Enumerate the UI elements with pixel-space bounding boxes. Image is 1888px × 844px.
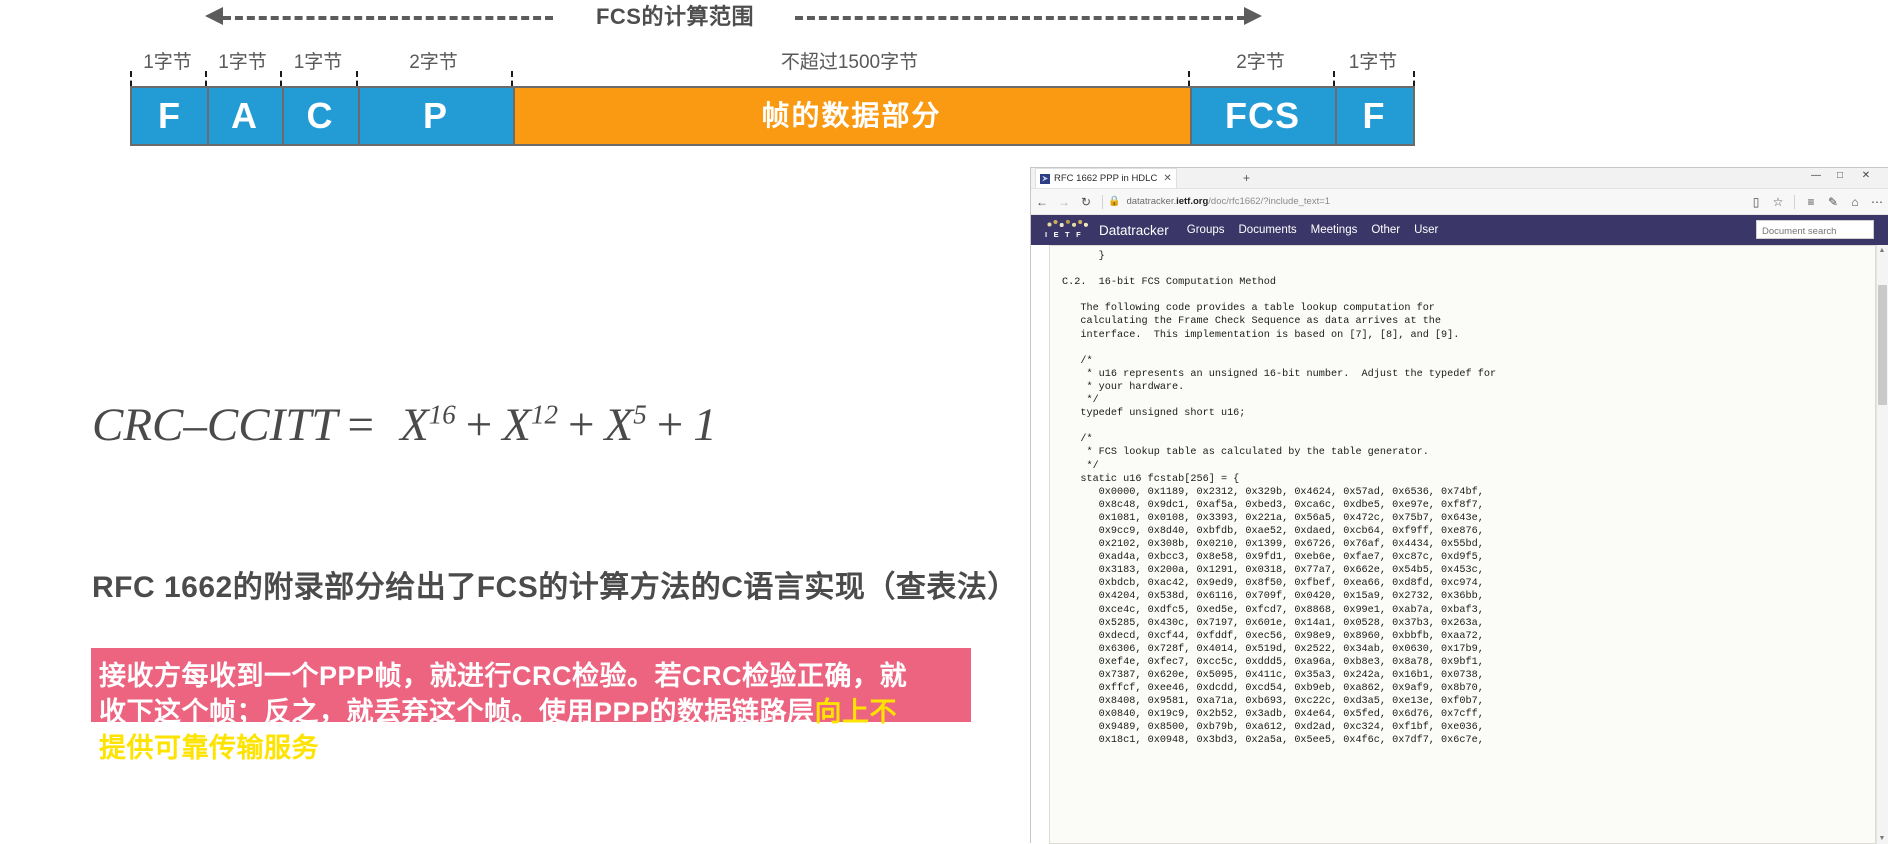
fcs-span-indicator: FCS的计算范围 <box>205 4 1262 30</box>
formula-name: CRC–CCITT <box>92 399 338 451</box>
byte-label-fcs: 2字节 <box>1236 52 1285 73</box>
browser-titlebar: RFC 1662 PPP in HDLC ✕ + — □ ✕ <box>1031 168 1888 189</box>
more-options-icon[interactable]: ⋯ <box>1866 195 1888 209</box>
document-search-input[interactable] <box>1757 223 1873 240</box>
ietf-logo-mark-icon <box>1045 219 1089 229</box>
byte-label-payload: 不超过1500字节 <box>780 52 919 73</box>
formula-term-2-base: X <box>502 399 532 451</box>
field-payload: 帧的数据部分 <box>513 88 1190 144</box>
byte-label-control: 1字节 <box>293 52 343 73</box>
scrollbar-thumb[interactable] <box>1878 285 1887 405</box>
ietf-navbar: I E T F Datatracker Groups Documents Mee… <box>1031 215 1888 245</box>
url-path: /doc/rfc1662/?include_text=1 <box>1208 196 1331 207</box>
field-separator <box>358 88 360 144</box>
rfc-text-pane: } C.2. 16-bit FCS Computation Method The… <box>1049 245 1876 844</box>
field-separator <box>1190 88 1192 144</box>
frame-field-row: F A C P 帧的数据部分 FCS F <box>130 86 1415 146</box>
arrow-left-icon <box>205 7 223 25</box>
reload-icon[interactable]: ↻ <box>1075 195 1097 209</box>
rfc-heading: RFC 1662的附录部分给出了FCS的计算方法的C语言实现（查表法） <box>92 571 1018 604</box>
formula-term-3-exponent: 5 <box>633 399 647 430</box>
callout-line-3-highlight: 提供可靠传输服务 <box>99 733 319 763</box>
callout-box: 接收方每收到一个PPP帧，就进行CRC检验。若CRC检验正确，就 收下这个帧；反… <box>91 648 971 763</box>
byte-label-flag2: 1字节 <box>1348 52 1398 73</box>
address-bar[interactable]: datatracker.ietf.org/doc/rfc1662/?includ… <box>1126 196 1745 207</box>
field-flag-end: F <box>1335 88 1413 144</box>
forward-arrow-icon[interactable]: → <box>1053 195 1075 209</box>
ietf-logo[interactable]: I E T F <box>1045 218 1089 242</box>
browser-toolbar: ← → ↻ 🔒 datatracker.ietf.org/doc/rfc1662… <box>1031 189 1888 215</box>
field-fcs: FCS <box>1190 88 1335 144</box>
callout-line-2: 收下这个帧；反之，就丢弃这个帧。使用PPP的数据链路层向上不 <box>99 694 963 730</box>
arrow-right-icon <box>1244 7 1262 25</box>
span-dashed-line-left <box>223 16 553 20</box>
field-separator <box>282 88 284 144</box>
field-address: A <box>207 88 282 144</box>
favorite-star-icon[interactable]: ☆ <box>1767 195 1789 209</box>
close-tab-icon[interactable]: ✕ <box>1163 173 1171 184</box>
field-control: C <box>282 88 358 144</box>
scroll-down-icon[interactable]: ▼ <box>1878 835 1886 842</box>
nav-item-datatracker[interactable]: Datatracker <box>1099 223 1169 238</box>
scroll-up-icon[interactable]: ▲ <box>1878 247 1886 254</box>
ppp-frame-diagram: FCS的计算范围 1字节 1字节 1字节 2字节 不超过1500字节 2字节 1… <box>130 0 1420 158</box>
browser-tab[interactable]: RFC 1662 PPP in HDLC ✕ <box>1035 168 1177 188</box>
formula-term-4: 1 <box>693 399 717 451</box>
byte-label-flag1: 1字节 <box>143 52 192 73</box>
url-subdomain: datatracker. <box>1126 196 1177 207</box>
callout-line-2-text: 收下这个帧；反之，就丢弃这个帧。使用PPP的数据链路层 <box>99 697 815 727</box>
fcs-span-label: FCS的计算范围 <box>595 4 754 29</box>
callout-line-2-highlight: 向上不 <box>814 697 898 727</box>
url-host: ietf.org <box>1176 196 1209 207</box>
browser-window: RFC 1662 PPP in HDLC ✕ + — □ ✕ ← → ↻ 🔒 d… <box>1031 168 1888 844</box>
web-note-icon[interactable]: ✎ <box>1822 195 1844 209</box>
nav-item-other[interactable]: Other <box>1371 224 1400 236</box>
field-flag-start: F <box>132 88 207 144</box>
byte-label-protocol: 2字节 <box>409 52 458 73</box>
formula-plus-2: + <box>568 399 595 451</box>
lock-icon: 🔒 <box>1108 196 1121 207</box>
back-arrow-icon[interactable]: ← <box>1031 195 1053 209</box>
field-separator <box>1335 88 1337 144</box>
callout-line-1-text: 接收方每收到一个PPP帧，就进行CRC检验。若CRC检验正确，就 <box>99 661 908 691</box>
span-dashed-line-right <box>795 16 1245 20</box>
minimize-window-button[interactable]: — <box>1806 170 1826 181</box>
document-search-box[interactable] <box>1756 220 1874 240</box>
toolbar-divider <box>1102 194 1103 209</box>
share-icon[interactable]: ⌂ <box>1844 195 1866 209</box>
vertical-scrollbar[interactable]: ▲ ▼ <box>1876 245 1888 844</box>
rfc-document-text: } C.2. 16-bit FCS Computation Method The… <box>1062 251 1497 747</box>
formula-equals: = <box>347 399 375 451</box>
formula-plus-3: + <box>656 399 684 451</box>
field-separator <box>513 88 515 144</box>
formula-plus-1: + <box>465 399 493 451</box>
byte-label-address: 1字节 <box>218 52 267 73</box>
callout-line-1: 接收方每收到一个PPP帧，就进行CRC检验。若CRC检验正确，就 <box>99 658 963 694</box>
new-tab-button[interactable]: + <box>1243 171 1250 185</box>
formula-term-1-base: X <box>400 399 429 451</box>
formula-term-1-exponent: 16 <box>428 399 456 430</box>
callout-line-3-text: 。 <box>319 733 347 763</box>
nav-item-groups[interactable]: Groups <box>1187 224 1225 236</box>
toolbar-divider-2 <box>1794 194 1795 209</box>
close-window-button[interactable]: ✕ <box>1856 170 1876 181</box>
document-viewport: } C.2. 16-bit FCS Computation Method The… <box>1031 245 1888 844</box>
hub-icon[interactable]: ≡ <box>1800 195 1822 209</box>
nav-item-meetings[interactable]: Meetings <box>1311 224 1358 236</box>
ietf-logo-text: I E T F <box>1045 230 1083 239</box>
reading-view-icon[interactable]: ▯ <box>1745 195 1767 209</box>
nav-item-user[interactable]: User <box>1414 224 1438 236</box>
formula-term-3-base: X <box>604 399 634 451</box>
byte-size-row: 1字节 1字节 1字节 2字节 不超过1500字节 2字节 1字节 <box>130 38 1415 125</box>
field-separator <box>207 88 209 144</box>
crc-ccitt-formula: CRC–CCITT = X16 + X12 + X5 +1 <box>92 398 717 458</box>
formula-term-2-exponent: 12 <box>531 399 559 430</box>
ietf-favicon-icon <box>1040 173 1050 184</box>
maximize-window-button[interactable]: □ <box>1830 170 1850 181</box>
field-protocol: P <box>358 88 513 144</box>
nav-item-documents[interactable]: Documents <box>1239 224 1297 236</box>
tab-title: RFC 1662 PPP in HDLC <box>1054 173 1158 184</box>
callout-line-3: 提供可靠传输服务。 <box>99 730 963 766</box>
